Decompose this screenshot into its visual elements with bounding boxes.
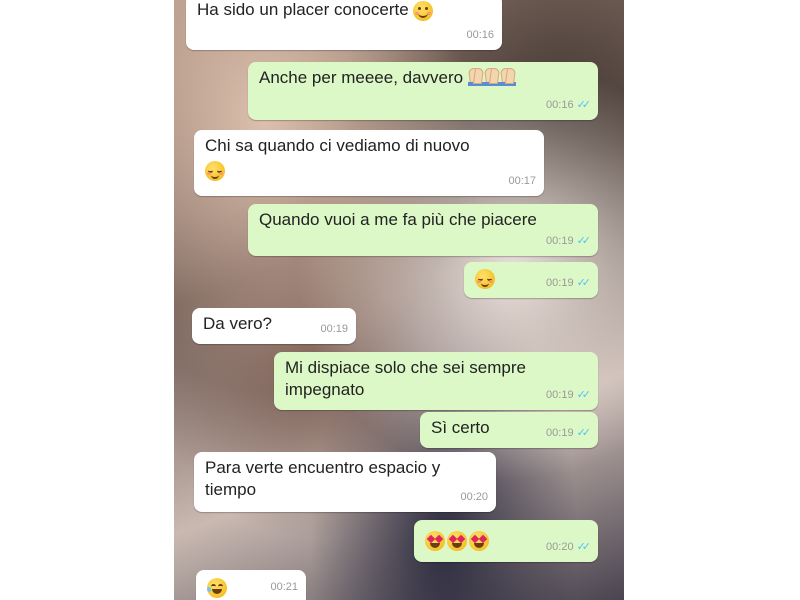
- message-meta: 00:19 ✓✓: [546, 272, 592, 294]
- message-time: 00:17: [508, 175, 536, 187]
- message-incoming[interactable]: Chi sa quando ci vediamo di nuovo 00:17: [194, 130, 544, 196]
- message-outgoing[interactable]: Anche per meeee, davvero 00:16 ✓✓: [248, 62, 598, 120]
- message-meta: 00:20: [460, 486, 488, 508]
- relieved-face-icon: [205, 161, 225, 181]
- message-outgoing[interactable]: 00:20 ✓✓: [414, 520, 598, 562]
- right-margin: [624, 0, 800, 600]
- read-receipt-icon: ✓✓: [576, 99, 592, 111]
- message-outgoing[interactable]: Quando vuoi a me fa più che piacere 00:1…: [248, 204, 598, 256]
- message-time: 00:19: [546, 389, 574, 401]
- folded-hands-icon: [483, 68, 500, 86]
- message-meta: 00:19 ✓✓: [546, 384, 592, 406]
- message-outgoing[interactable]: 00:19 ✓✓: [464, 262, 598, 298]
- message-outgoing[interactable]: Sì certo 00:19 ✓✓: [420, 412, 598, 448]
- message-text: Quando vuoi a me fa più che piacere: [259, 210, 537, 229]
- message-time: 00:20: [460, 491, 488, 503]
- heart-eyes-face-icon: [425, 530, 445, 551]
- folded-hands-icon: [467, 68, 484, 86]
- message-meta: 00:19: [320, 318, 348, 340]
- relieved-face-icon: [475, 269, 495, 290]
- message-text: Anche per meeee, davvero: [259, 67, 588, 89]
- read-receipt-icon: ✓✓: [576, 235, 592, 247]
- message-time: 00:16: [546, 99, 574, 111]
- message-outgoing[interactable]: Mi dispiace solo che sei sempre impegnat…: [274, 352, 598, 410]
- message-time: 00:19: [546, 235, 574, 247]
- message-meta: 00:21: [270, 576, 298, 598]
- message-text: Chi sa quando ci vediamo di nuovo: [205, 136, 470, 155]
- message-incoming[interactable]: 00:21: [196, 570, 306, 600]
- heart-eyes-face-icon: [469, 530, 489, 551]
- read-receipt-icon: ✓✓: [576, 541, 592, 553]
- message-meta: 00:19 ✓✓: [546, 230, 592, 252]
- left-margin: [0, 0, 174, 600]
- message-time: 00:19: [546, 277, 574, 289]
- message-text: Para verte encuentro espacio y tiempo: [205, 458, 441, 499]
- message-incoming[interactable]: Ha sido un placer conocerte 00:16: [186, 0, 502, 50]
- read-receipt-icon: ✓✓: [576, 427, 592, 439]
- smiling-face-icon: [413, 0, 434, 21]
- message-meta: 00:17: [508, 170, 536, 192]
- message-text: Mi dispiace solo che sei sempre impegnat…: [285, 358, 526, 399]
- message-incoming[interactable]: Para verte encuentro espacio y tiempo 00…: [194, 452, 496, 512]
- read-receipt-icon: ✓✓: [576, 389, 592, 401]
- message-time: 00:19: [320, 323, 348, 335]
- message-time: 00:19: [546, 427, 574, 439]
- message-meta: 00:19 ✓✓: [546, 422, 592, 444]
- chat-conversation[interactable]: Ha sido un placer conocerte 00:16 Anche …: [174, 0, 624, 600]
- laughing-face-icon: [207, 577, 227, 598]
- message-meta: 00:16: [466, 24, 494, 46]
- message-meta: 00:16 ✓✓: [546, 94, 592, 116]
- folded-hands-icon: [499, 68, 516, 86]
- message-meta: 00:20 ✓✓: [546, 536, 592, 558]
- message-text: Ha sido un placer conocerte: [197, 0, 492, 21]
- message-time: 00:20: [546, 541, 574, 553]
- emoji-group: [425, 529, 491, 551]
- heart-eyes-face-icon: [447, 530, 467, 551]
- message-time: 00:21: [270, 581, 298, 593]
- read-receipt-icon: ✓✓: [576, 277, 592, 289]
- message-time: 00:16: [466, 29, 494, 41]
- message-incoming[interactable]: Da vero? 00:19: [192, 308, 356, 344]
